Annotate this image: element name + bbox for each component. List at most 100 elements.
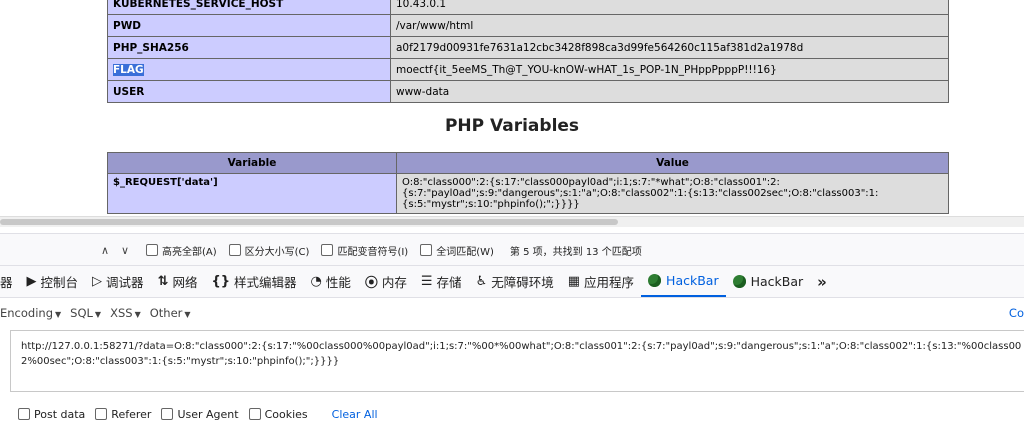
tab-console[interactable]: ▶ 控制台 (20, 266, 86, 297)
tab-hackbar-active[interactable]: HackBar (641, 266, 726, 297)
console-icon: ▶ (26, 274, 37, 289)
tab-storage[interactable]: ☰ 存储 (414, 266, 469, 297)
option-label: 匹配变音符号(I) (337, 246, 409, 258)
storage-icon: ☰ (420, 274, 433, 289)
devtools-tabs: 器 ▶ 控制台 ▷ 调试器 ⇅ 网络 {} 样式编辑器 ◔ 性能 ⦿ 内存 ☰ 存储 ♿ 无障碍… (0, 265, 1024, 298)
sql-menu[interactable]: SQL ▼ (70, 306, 101, 320)
cookies-option[interactable]: Cookies (248, 407, 308, 421)
php-variables-table: Variable Value $_REQUEST['data'] O:8:"cl… (107, 152, 949, 214)
env-key: KUBERNETES_SERVICE_HOST (107, 0, 391, 15)
checkbox[interactable] (146, 244, 158, 256)
clear-all-button[interactable]: Clear All (332, 408, 378, 421)
table-row: FLAG moectf{it_5eeMS_Th@T_YOU-knOW-wHAT_… (107, 58, 949, 81)
accessibility-icon: ♿ (475, 274, 488, 289)
highlight-all-option[interactable]: 高亮全部(A) (146, 243, 217, 258)
debugger-icon: ▷ (92, 274, 103, 289)
encoding-menu[interactable]: Encoding ▼ (0, 306, 61, 320)
horizontal-scrollbar[interactable] (0, 216, 1024, 227)
overflow-icon[interactable]: » (810, 266, 834, 297)
env-key: PWD (107, 14, 391, 37)
tab-inspector[interactable]: 器 (0, 266, 20, 297)
menu-label: Other (149, 306, 183, 320)
env-value: www-data (390, 80, 949, 103)
tab-hackbar[interactable]: HackBar (726, 266, 811, 297)
find-previous-button[interactable]: ∧ (98, 243, 112, 257)
checkbox[interactable] (18, 408, 30, 420)
env-key: PHP_SHA256 (107, 36, 391, 59)
tab-accessibility[interactable]: ♿ 无障碍环境 (469, 266, 561, 297)
variable-value: O:8:"class000":2:{s:17:"class000payl0ad"… (396, 173, 949, 214)
table-row: USER www-data (107, 80, 949, 103)
xss-menu[interactable]: XSS ▼ (110, 306, 141, 320)
checkbox[interactable] (248, 408, 261, 420)
find-bar: ∧ ∨ 高亮全部(A) 区分大小写(C) 匹配变音符号(I) 全词匹配(W) 第… (0, 233, 1024, 266)
match-diacritics-option[interactable]: 匹配变音符号(I) (321, 243, 408, 258)
checkbox[interactable] (321, 244, 334, 256)
column-header-variable: Variable (107, 152, 397, 174)
tab-application[interactable]: ▦ 应用程序 (561, 266, 641, 297)
user-agent-option[interactable]: User Agent (161, 407, 239, 421)
option-label: 高亮全部(A) (162, 246, 217, 258)
match-case-option[interactable]: 区分大小写(C) (228, 243, 310, 258)
table-row: $_REQUEST['data'] O:8:"class000":2:{s:17… (107, 173, 949, 214)
tab-style-editor[interactable]: {} 样式编辑器 (204, 266, 303, 297)
request-options: Post data Referer User Agent Cookies Cle… (18, 406, 378, 422)
post-data-option[interactable]: Post data (18, 408, 85, 421)
url-input[interactable]: http://127.0.0.1:58271/?data=O:8:"class0… (10, 330, 1024, 392)
table-header-row: Variable Value (107, 152, 949, 174)
table-row: PWD /var/www/html (107, 14, 949, 37)
tab-label: HackBar (750, 274, 804, 289)
tab-debugger[interactable]: ▷ 调试器 (85, 266, 151, 297)
tab-memory[interactable]: ⦿ 内存 (358, 266, 414, 297)
section-title: PHP Variables (444, 116, 580, 136)
tab-performance[interactable]: ◔ 性能 (304, 266, 358, 297)
option-label: User Agent (177, 407, 239, 421)
phpinfo-page: KUBERNETES_SERVICE_HOST 10.43.0.1 PWD /v… (0, 0, 1024, 218)
tab-network[interactable]: ⇅ 网络 (151, 266, 205, 297)
find-status: 第 5 项，共找到 13 个匹配项 (509, 246, 642, 258)
caret-down-icon: ▼ (184, 310, 191, 319)
selected-text: FLAG (113, 63, 144, 76)
tab-label: 应用程序 (584, 275, 635, 290)
option-label: Referer (111, 407, 152, 421)
variable-name: $_REQUEST['data'] (107, 173, 397, 214)
option-label: 全词匹配(W) (436, 246, 494, 258)
checkbox[interactable] (95, 408, 108, 420)
tab-label: 器 (0, 275, 13, 290)
checkbox[interactable] (161, 408, 174, 420)
hackbar-toolbar: Encoding ▼ SQL ▼ XSS ▼ Other ▼ Co (0, 302, 1024, 324)
style-editor-icon: {} (211, 274, 230, 289)
other-menu[interactable]: Other ▼ (150, 306, 191, 320)
env-value: /var/www/html (390, 14, 949, 37)
application-icon: ▦ (567, 274, 581, 289)
caret-down-icon: ▼ (55, 310, 62, 319)
env-value: a0f2179d00931fe7631a12cbc3428f898ca3d99f… (390, 36, 949, 59)
menu-label: Encoding (0, 306, 53, 320)
table-row: KUBERNETES_SERVICE_HOST 10.43.0.1 (107, 0, 949, 15)
caret-down-icon: ▼ (94, 310, 102, 319)
option-label: 区分大小写(C) (244, 246, 310, 258)
option-label: Post data (34, 407, 86, 421)
network-icon: ⇅ (157, 274, 169, 289)
referer-option[interactable]: Referer (95, 408, 151, 421)
tab-label: HackBar (666, 273, 719, 288)
scrollbar-thumb[interactable] (0, 219, 618, 225)
option-label: Cookies (264, 407, 308, 421)
tab-label: 样式编辑器 (233, 275, 297, 290)
checkbox[interactable] (420, 244, 433, 256)
table-row: PHP_SHA256 a0f2179d00931fe7631a12cbc3428… (107, 36, 949, 59)
env-value: 10.43.0.1 (390, 0, 949, 15)
environment-table: KUBERNETES_SERVICE_HOST 10.43.0.1 PWD /v… (107, 0, 949, 103)
tab-label: 内存 (381, 275, 407, 290)
tab-label: 性能 (325, 275, 351, 290)
env-value-flag: moectf{it_5eeMS_Th@T_YOU-knOW-wHAT_1s_PO… (390, 58, 949, 81)
tab-label: 无障碍环境 (491, 275, 554, 290)
hackbar-right-link[interactable]: Co (1009, 306, 1024, 320)
performance-icon: ◔ (310, 274, 322, 289)
tab-label: 调试器 (106, 275, 144, 290)
checkbox[interactable] (228, 244, 241, 256)
hackbar-icon (648, 274, 662, 287)
find-next-button[interactable]: ∨ (118, 243, 132, 257)
whole-words-option[interactable]: 全词匹配(W) (420, 243, 494, 258)
tab-label: 控制台 (40, 275, 79, 290)
